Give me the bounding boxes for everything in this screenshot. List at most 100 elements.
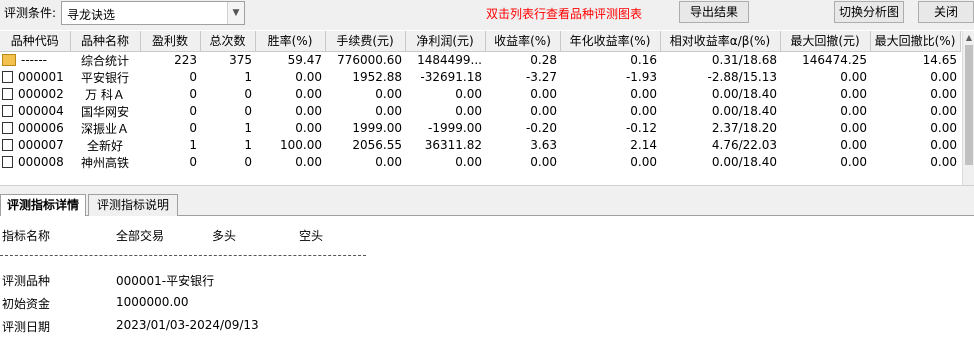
- column-header[interactable]: 盈利数: [140, 31, 201, 52]
- detail-tabs: 评测指标详情 评测指标说明: [0, 192, 974, 217]
- switch-chart-button[interactable]: 切换分析图: [834, 1, 904, 23]
- table-cell: 375: [229, 53, 252, 67]
- table-cell: 神州高铁: [80, 155, 129, 170]
- tab-indicator-description[interactable]: 评测指标说明: [88, 194, 178, 216]
- export-results-button[interactable]: 导出结果: [679, 1, 749, 23]
- table-cell: 0.16: [630, 53, 657, 67]
- table-cell: 0.28: [530, 53, 557, 67]
- table-cell: 0.00: [930, 155, 957, 169]
- table-cell: 0.00: [930, 138, 957, 152]
- column-header[interactable]: 品种代码: [0, 31, 71, 52]
- table-cell: 223: [174, 53, 197, 67]
- detail-label: 初始资金: [2, 297, 51, 311]
- table-cell: 0.00: [375, 104, 402, 118]
- table-scrollbar[interactable]: ▲: [962, 31, 974, 185]
- code-text: 000006: [18, 121, 64, 135]
- column-header[interactable]: 胜率(%): [255, 31, 326, 52]
- code-cell: ------: [0, 51, 70, 69]
- folder-icon: [2, 54, 16, 66]
- chevron-down-icon[interactable]: ▼: [227, 2, 244, 24]
- code-cell: 000006: [0, 120, 70, 137]
- table-cell: 0.00: [630, 155, 657, 169]
- column-header[interactable]: 相对收益率α/β(%): [660, 31, 781, 52]
- table-cell: 国华网安: [80, 104, 129, 119]
- close-button[interactable]: 关闭: [918, 1, 974, 23]
- table-cell: 0.00: [295, 70, 322, 84]
- detail-panel: 指标名称 全部交易 多头 空头 评测品种 000001-平安银行 初始资金 10…: [0, 216, 974, 337]
- table-cell: 0.00/18.40: [711, 155, 777, 169]
- splitter[interactable]: [0, 185, 974, 192]
- column-header[interactable]: 年化收益率(%): [560, 31, 661, 52]
- tab-indicator-details[interactable]: 评测指标详情: [0, 194, 86, 217]
- condition-value: 寻龙诀选: [67, 8, 116, 22]
- detail-col-name: 指标名称: [2, 229, 51, 243]
- code-cell: 000007: [0, 137, 70, 154]
- column-header[interactable]: 手续费(元): [325, 31, 406, 52]
- table-row[interactable]: ------ 综合统计 223 375 59.47 776000.60 1484499...…: [0, 51, 960, 69]
- table-cell: 14.65: [922, 53, 957, 67]
- table-cell: -32691.18: [420, 70, 482, 84]
- code-cell: 000008: [0, 154, 70, 171]
- table-cell: 0: [189, 155, 197, 169]
- detail-value: 000001-平安银行: [116, 274, 215, 288]
- table-cell: 深振业Ａ: [80, 121, 129, 136]
- scrollbar-thumb[interactable]: [965, 45, 973, 165]
- document-icon: [2, 71, 13, 83]
- detail-col-long: 多头: [212, 229, 237, 243]
- table-cell: -1999.00: [428, 121, 482, 135]
- table-cell: 0.00: [840, 70, 867, 84]
- table-row[interactable]: 000002 万 科Ａ 0 0 0.00 0.00 0.00 0.00 0.00 0.00/18.…: [0, 86, 960, 103]
- detail-value: 1000000.00: [116, 295, 189, 309]
- table-cell: 0.00: [375, 87, 402, 101]
- code-text: 000008: [18, 155, 64, 169]
- table-cell: 0.00: [295, 87, 322, 101]
- table-cell: 0: [189, 121, 197, 135]
- table-cell: 1952.88: [352, 70, 402, 84]
- table-cell: 0.00: [930, 87, 957, 101]
- table-cell: 2.37/18.20: [711, 121, 777, 135]
- table-cell: 平安银行: [80, 70, 129, 85]
- column-header[interactable]: 最大回撤比(%): [870, 31, 961, 52]
- code-text: 000001: [18, 70, 64, 84]
- table-cell: 100.00: [280, 138, 322, 152]
- table-cell: 0.00: [530, 104, 557, 118]
- code-text: 000007: [18, 138, 64, 152]
- table-row[interactable]: 000008 神州高铁 0 0 0.00 0.00 0.00 0.00 0.00 0.00/18.…: [0, 154, 960, 171]
- column-header[interactable]: 品种名称: [70, 31, 141, 52]
- document-icon: [2, 139, 13, 151]
- code-cell: 000002: [0, 86, 70, 103]
- condition-select[interactable]: 寻龙诀选 ▼: [61, 1, 245, 25]
- table-cell: -2.88/15.13: [707, 70, 777, 84]
- table-cell: 万 科Ａ: [85, 87, 125, 102]
- column-header[interactable]: 最大回撤(元): [780, 31, 871, 52]
- table-cell: 全新好: [86, 138, 123, 153]
- table-row[interactable]: 000006 深振业Ａ 0 1 0.00 1999.00 -1999.00 -0.20 -0.1…: [0, 120, 960, 137]
- table-cell: 0.00: [840, 138, 867, 152]
- table-cell: 1: [244, 121, 252, 135]
- table-cell: 0: [244, 87, 252, 101]
- table-cell: 0: [189, 70, 197, 84]
- table-cell: -1.93: [625, 70, 657, 84]
- table-cell: 0.31/18.68: [711, 53, 777, 67]
- table-cell: 0: [189, 87, 197, 101]
- detail-col-all: 全部交易: [116, 229, 165, 243]
- table-row[interactable]: 000007 全新好 1 1 100.00 2056.55 36311.82 3.63 2.14…: [0, 137, 960, 154]
- condition-label: 评测条件:: [4, 6, 57, 20]
- table-cell: 1: [244, 138, 252, 152]
- table-cell: 0.00: [840, 121, 867, 135]
- table-row[interactable]: 000004 国华网安 0 0 0.00 0.00 0.00 0.00 0.00 0.00/18.…: [0, 103, 960, 120]
- code-cell: 000001: [0, 69, 70, 86]
- column-header[interactable]: 收益率(%): [485, 31, 561, 52]
- scroll-up-icon[interactable]: ▲: [963, 33, 974, 42]
- table-cell: 0.00: [840, 104, 867, 118]
- table-cell: 0.00: [455, 104, 482, 118]
- table-cell: 0.00: [930, 104, 957, 118]
- column-header[interactable]: 总次数: [200, 31, 256, 52]
- table-cell: 0.00: [630, 87, 657, 101]
- table-cell: 1: [244, 70, 252, 84]
- table-row[interactable]: 000001 平安银行 0 1 0.00 1952.88 -32691.18 -3.27 -1.…: [0, 69, 960, 86]
- document-icon: [2, 156, 13, 168]
- detail-label: 评测日期: [2, 320, 51, 334]
- column-header[interactable]: 净利润(元): [405, 31, 486, 52]
- table-cell: 0.00: [295, 155, 322, 169]
